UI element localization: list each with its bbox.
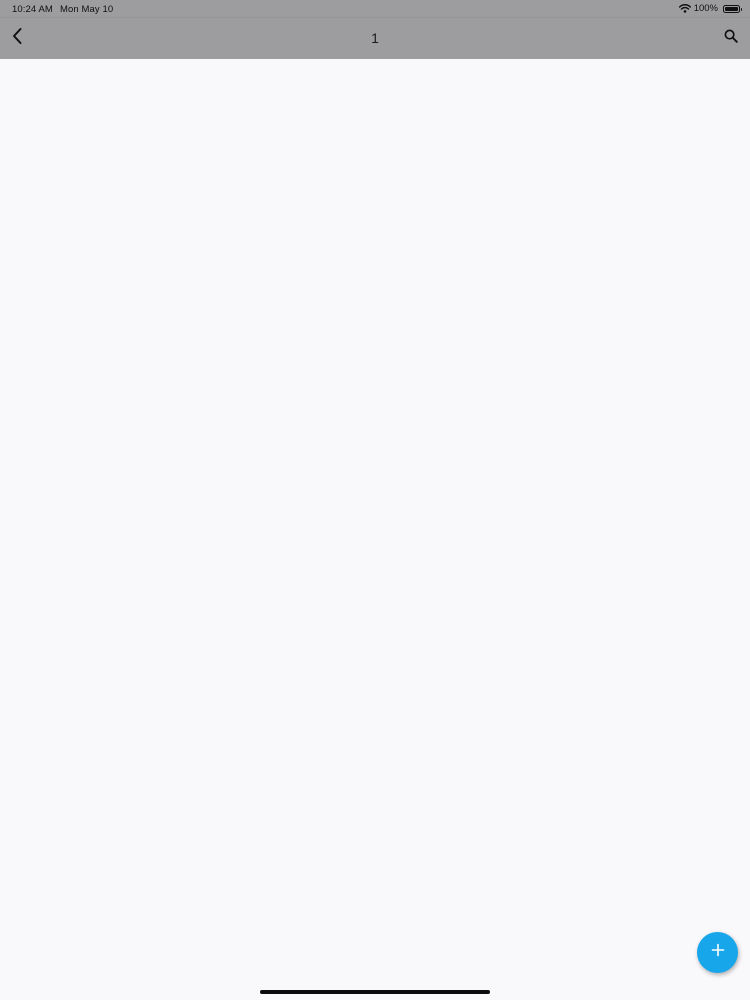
home-indicator[interactable] [260,990,490,994]
wifi-icon [678,4,691,13]
battery-icon [723,4,742,13]
plus-icon [711,943,725,962]
status-indicators: 100% [678,3,742,14]
search-button[interactable] [720,27,742,49]
page-title: 1 [371,30,379,46]
status-bar: 10:24 AM Mon May 10 100% [0,0,750,18]
battery-fill [725,6,738,11]
battery-cap [740,7,742,11]
add-button[interactable] [697,932,738,973]
search-icon [724,29,738,48]
navigation-bar: 1 [0,18,750,59]
status-date: Mon May 10 [60,4,114,15]
status-time: 10:24 AM [12,4,53,15]
content-area [0,59,750,1000]
battery-percent: 100% [693,3,718,14]
